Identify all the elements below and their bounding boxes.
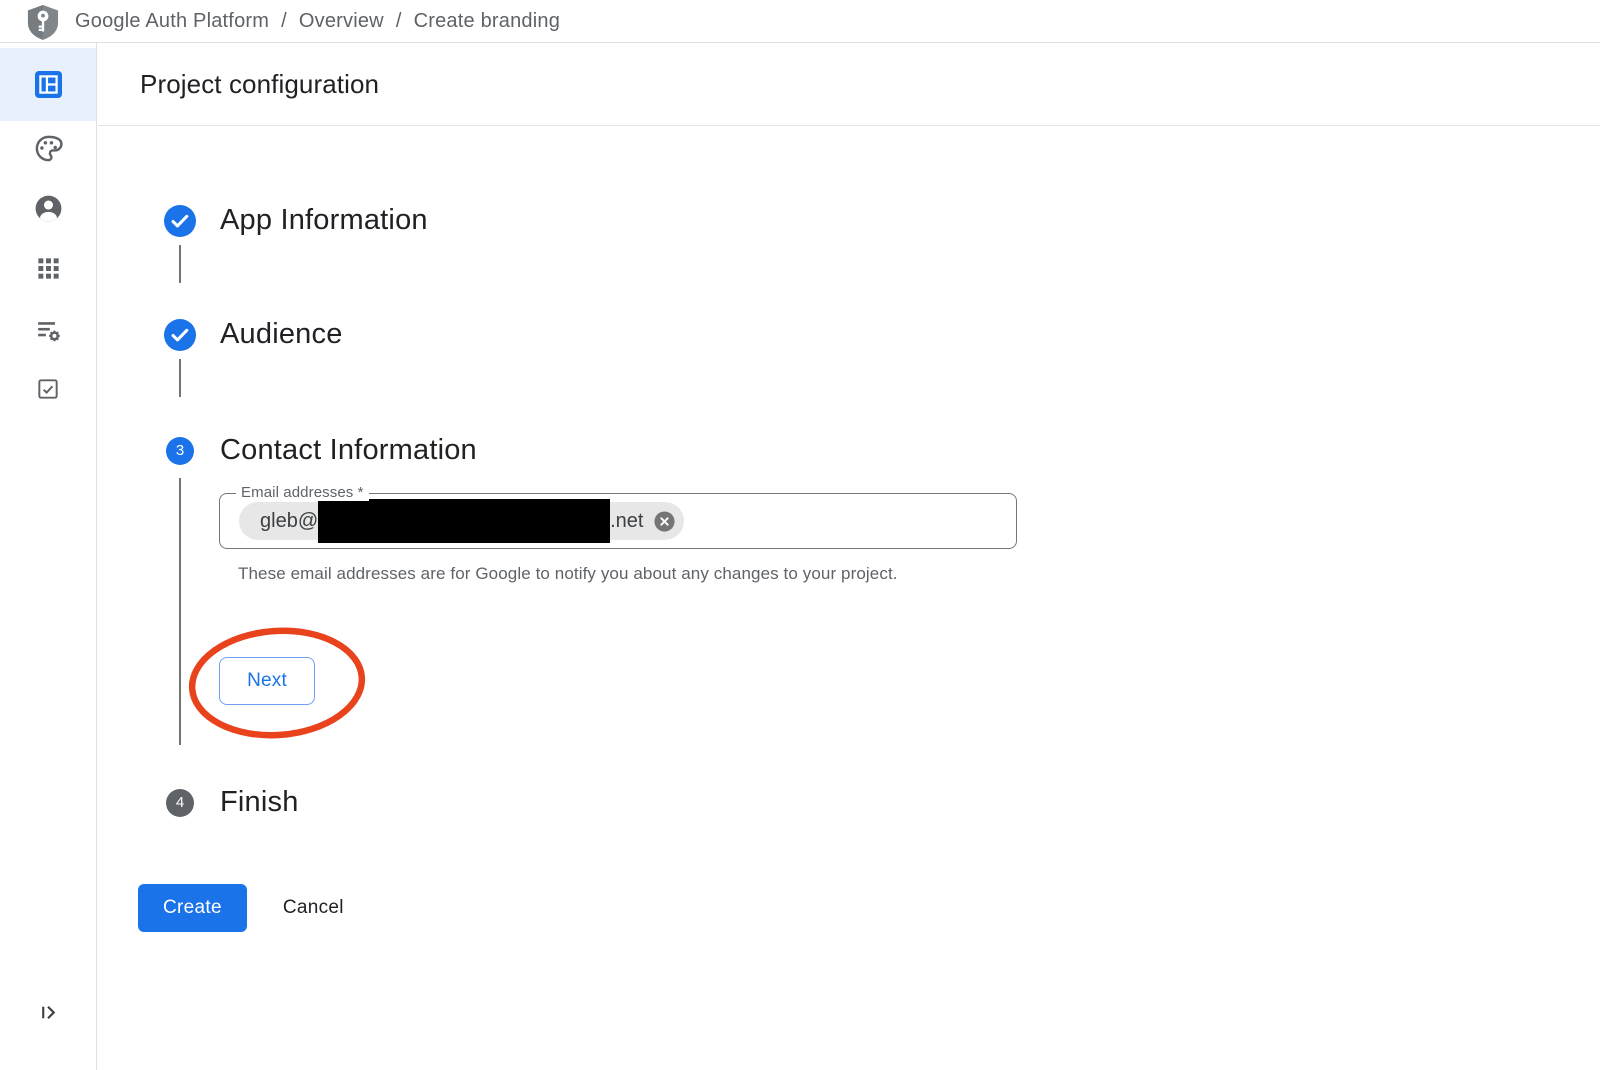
sidebar — [0, 43, 97, 1070]
sidebar-item-clients[interactable] — [0, 248, 96, 288]
sidebar-item-branding-selected[interactable] — [0, 48, 96, 121]
email-helper-text: These email addresses are for Google to … — [238, 560, 928, 587]
cancel-button[interactable]: Cancel — [283, 897, 344, 919]
breadcrumb-create-branding: Create branding — [414, 10, 560, 33]
step-label: Contact Information — [220, 434, 477, 467]
step-label: App Information — [220, 204, 428, 237]
step-contact-information: 3 Contact Information — [164, 434, 477, 467]
top-bar: Google Auth Platform / Overview / Create… — [0, 0, 1600, 43]
step-complete-icon — [164, 319, 196, 351]
content-header: Project configuration — [98, 43, 1600, 126]
sidebar-item-palette[interactable] — [0, 128, 96, 168]
list-settings-icon — [33, 315, 64, 346]
footer-actions: Create Cancel — [138, 884, 344, 932]
step-connector — [179, 245, 181, 283]
chip-remove-icon[interactable] — [653, 510, 676, 533]
breadcrumb-separator: / — [396, 10, 402, 33]
email-chip-prefix: gleb@ — [260, 510, 318, 533]
step-finish: 4 Finish — [164, 786, 299, 819]
email-chip: gleb@ .net — [239, 502, 684, 540]
create-button[interactable]: Create — [138, 884, 247, 932]
step-app-information: App Information — [164, 204, 428, 237]
dashboard-icon — [35, 71, 62, 98]
expand-panel-icon — [37, 1001, 60, 1024]
step-connector — [179, 359, 181, 397]
breadcrumb-overview[interactable]: Overview — [299, 10, 384, 33]
step-connector — [179, 478, 181, 745]
email-field-label: Email addresses * — [236, 484, 369, 501]
step-number-badge: 3 — [166, 437, 194, 465]
step-label: Audience — [220, 318, 343, 351]
apps-grid-icon — [35, 255, 62, 282]
breadcrumb-google-auth-platform[interactable]: Google Auth Platform — [75, 10, 269, 33]
email-chip-suffix: .net — [610, 510, 643, 533]
page-title: Project configuration — [140, 69, 379, 100]
redacted-text — [318, 499, 610, 543]
stepper: App Information Audience 3 Contact Infor… — [98, 126, 1600, 1070]
step-label: Finish — [220, 786, 299, 819]
step-complete-icon — [164, 205, 196, 237]
main-content: Project configuration App Information Au… — [98, 43, 1600, 1070]
breadcrumb-separator: / — [281, 10, 287, 33]
next-button[interactable]: Next — [219, 657, 315, 705]
breadcrumb: Google Auth Platform / Overview / Create… — [75, 10, 560, 33]
account-circle-icon — [33, 193, 64, 224]
email-addresses-field[interactable]: Email addresses * gleb@ .net — [219, 493, 1017, 549]
sidebar-item-data-access[interactable] — [0, 310, 96, 350]
step-number-badge: 4 — [166, 789, 194, 817]
sidebar-item-verification[interactable] — [0, 369, 96, 409]
sidebar-item-account[interactable] — [0, 188, 96, 228]
google-auth-platform-icon — [24, 2, 62, 42]
palette-icon — [33, 133, 64, 164]
step-audience: Audience — [164, 318, 343, 351]
expand-panel-toggle[interactable] — [0, 992, 96, 1032]
checkbox-icon — [35, 376, 61, 402]
